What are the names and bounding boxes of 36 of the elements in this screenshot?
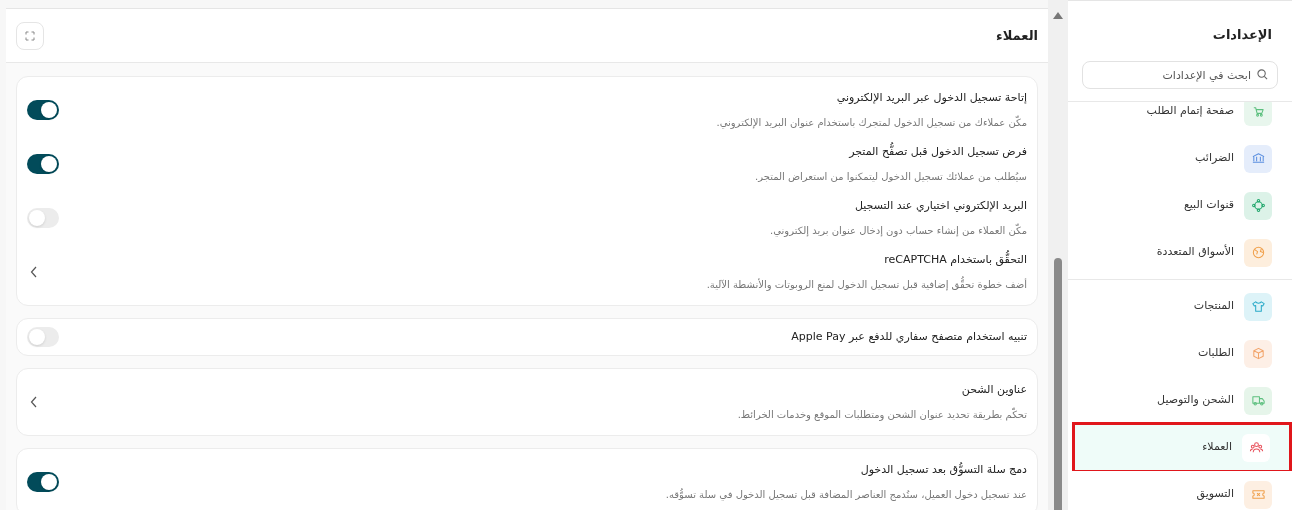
bank-icon	[1250, 151, 1266, 166]
users-icon	[1248, 440, 1264, 455]
toggle-switch[interactable]	[27, 154, 59, 174]
toggle-switch[interactable]	[27, 472, 59, 492]
sidebar-item[interactable]: العملاء	[1074, 424, 1290, 471]
scrollbar[interactable]	[1048, 0, 1068, 510]
globe-icon	[1250, 245, 1266, 260]
toggle-switch[interactable]	[27, 100, 59, 120]
search-field[interactable]: ابحث في الإعدادات	[1082, 61, 1278, 89]
chevron-icon[interactable]	[30, 266, 38, 278]
chevron-icon[interactable]	[30, 396, 38, 408]
setting-description: سيُطلب من عملائك تسجيل الدخول ليتمكنوا من استعراض المتجر.	[755, 169, 1027, 184]
setting-description: تحكّم بطريقة تحديد عنوان الشحن ومتطلبات الموقع وخدمات الخرائط.	[737, 406, 1027, 422]
panel-title: العملاء	[996, 26, 1038, 45]
setting-title: عناوين الشحن	[960, 382, 1027, 399]
setting-description: مكّن العملاء من إنشاء حساب دون إدخال عنوان بريد إلكتروني.	[770, 222, 1027, 238]
truck-icon	[1250, 393, 1266, 408]
setting-title: التحقُّق باستخدام reCAPTCHA	[706, 252, 1027, 269]
setting-title: تنبيه استخدام متصفح سفاري للدفع عبر Apple Pay	[791, 328, 1027, 345]
expand-icon	[25, 30, 35, 41]
ticket-icon	[1250, 487, 1266, 502]
scrollbar-thumb[interactable]	[1054, 258, 1062, 510]
setting-title: فرض تسجيل الدخول قبل تصفُّح المتجر	[755, 144, 1027, 161]
box-icon	[1250, 346, 1266, 361]
sidebar-title: الإعدادات	[1212, 26, 1272, 45]
setting-title: إتاحة تسجيل الدخول عبر البريد الإلكتروني	[835, 90, 1027, 107]
setting-title: البريد الإلكتروني اختياري عند التسجيل	[853, 198, 1027, 215]
setting-description: مكّن عملاءك من تسجيل الدخول لمتجرك باستخدام عنوان البريد الإلكتروني.	[716, 114, 1027, 130]
setting-description: أضف خطوة تحقُّق إضافية قبل تسجيل الدخول لمنع الروبوتات والأنشطة الآلية.	[706, 276, 1027, 292]
toggle-switch[interactable]	[27, 327, 59, 347]
search-icon	[1257, 69, 1268, 80]
toggle-switch[interactable]	[27, 208, 59, 228]
setting-description: عند تسجيل دخول العميل، ستُدمج العناصر المضافة قبل تسجيل الدخول في سلة تسوُّقه.	[665, 487, 1027, 502]
setting-title: دمج سلة التسوُّق بعد تسجيل الدخول	[859, 462, 1027, 479]
nodes-icon	[1250, 198, 1266, 213]
shirt-icon	[1250, 299, 1266, 314]
